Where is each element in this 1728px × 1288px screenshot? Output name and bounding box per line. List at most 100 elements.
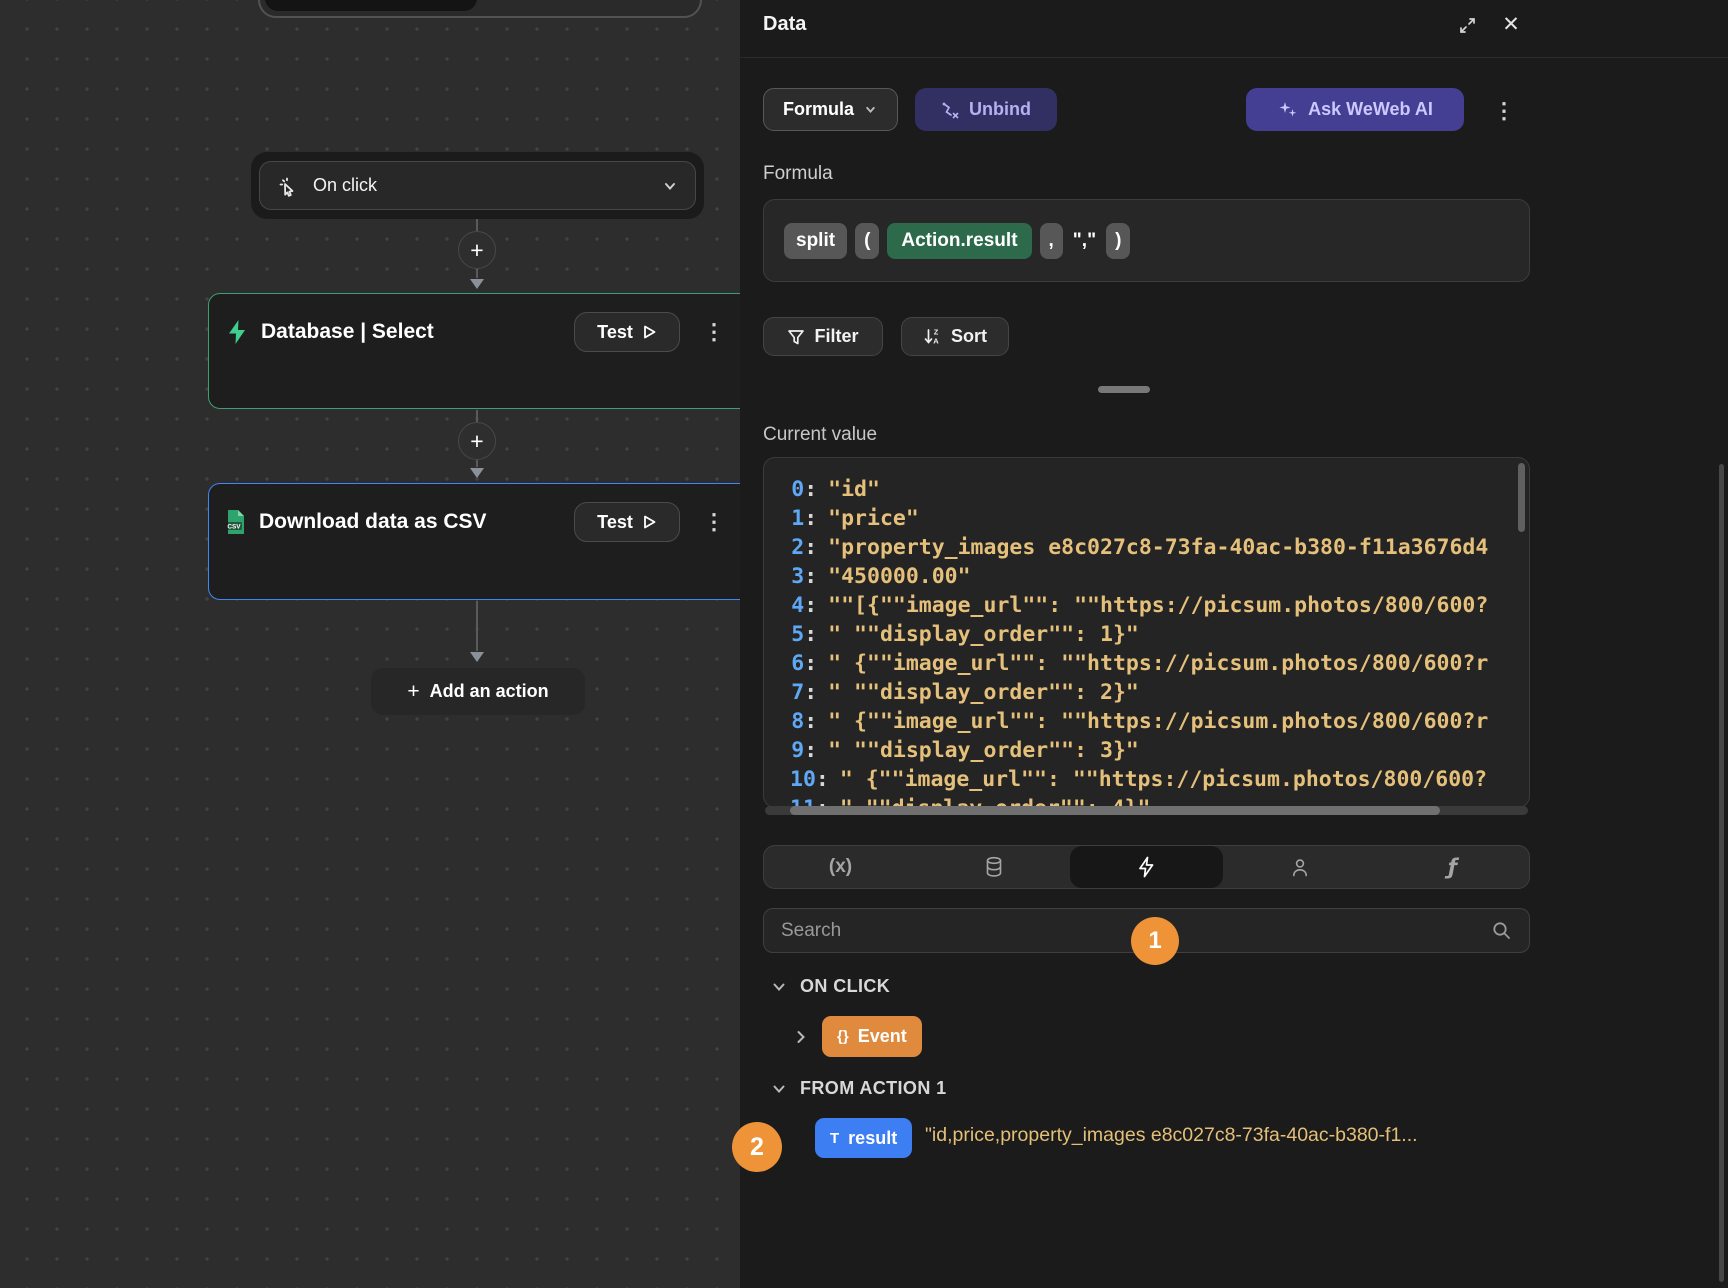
ask-weweb-ai-button[interactable]: Ask WeWeb AI (1246, 88, 1464, 131)
formula-token-function[interactable]: split (784, 223, 847, 259)
functions-icon: ƒ (1448, 855, 1457, 879)
filter-icon (787, 328, 805, 346)
panel-scrollbar[interactable] (1719, 464, 1724, 1282)
add-step-button[interactable]: + (458, 231, 496, 269)
panel-resize-handle[interactable] (1098, 386, 1150, 393)
section-from-action-1[interactable]: FROM ACTION 1 (770, 1078, 947, 1099)
node-menu-button[interactable]: ⋮ (703, 511, 725, 533)
trigger-card: On click (251, 152, 704, 219)
variables-icon: (x) (829, 856, 852, 878)
data-panel: Data ✕ Formula Unbind (740, 0, 1728, 1288)
plus-icon: + (470, 239, 483, 262)
svg-text:CSV: CSV (227, 524, 241, 531)
chevron-down-icon (863, 102, 878, 117)
code-line: 0"id" (790, 475, 1529, 504)
sort-icon: Z A (923, 327, 942, 346)
formula-token-action-result[interactable]: Action.result (887, 223, 1031, 259)
node-title: Download data as CSV (259, 510, 487, 534)
expand-icon (1457, 15, 1478, 36)
panel-menu-button[interactable]: ⋮ (1492, 97, 1516, 125)
tab-on-error[interactable]: On error (490, 0, 670, 11)
node-header: CSV Download data as CSV (209, 484, 767, 560)
chevron-right-icon[interactable] (792, 1028, 810, 1046)
code-line: 8" {""image_url"": ""https://picsum.phot… (790, 707, 1529, 736)
svg-text:Z: Z (934, 328, 939, 337)
code-line: 6" {""image_url"": ""https://picsum.phot… (790, 649, 1529, 678)
tab-functions[interactable]: ƒ (1376, 846, 1529, 888)
event-variable-pill[interactable]: {} Event (822, 1016, 922, 1057)
formula-token-comma[interactable]: , (1040, 223, 1063, 259)
test-action-button[interactable]: Test (574, 312, 680, 352)
ask-ai-label: Ask WeWeb AI (1308, 99, 1433, 120)
binding-type-label: Formula (783, 99, 854, 120)
panel-title: Data (763, 13, 806, 36)
result-pill-label: result (848, 1128, 897, 1149)
result-value-preview: "id,price,property_images e8c027c8-73fa-… (925, 1124, 1522, 1147)
code-line: 3"450000.00" (790, 562, 1529, 591)
connector-line (476, 601, 478, 651)
object-type-icon: {} (837, 1028, 849, 1045)
csv-file-icon: CSV (225, 509, 247, 535)
chevron-down-icon (661, 177, 679, 195)
code-line: 10" {""image_url"": ""https://picsum.pho… (790, 765, 1529, 794)
expand-panel-button[interactable] (1455, 13, 1479, 37)
text-type-icon: T (830, 1130, 839, 1147)
tab-default[interactable]: Default (265, 0, 477, 11)
result-variable-pill[interactable]: T result (815, 1118, 912, 1158)
formula-editor[interactable]: split ( Action.result , "," ) (763, 199, 1530, 282)
play-icon (642, 324, 657, 340)
formula-token-string-arg[interactable]: "," (1071, 223, 1098, 259)
chevron-down-icon (770, 1080, 788, 1098)
section-title: ON CLICK (800, 976, 890, 997)
close-panel-button[interactable]: ✕ (1498, 11, 1524, 37)
connector-line (476, 410, 478, 422)
sort-button[interactable]: Z A Sort (901, 317, 1009, 356)
binding-type-select[interactable]: Formula (763, 88, 898, 131)
test-button-label: Test (597, 512, 633, 533)
trigger-select[interactable]: On click (259, 161, 696, 210)
svg-text:A: A (933, 337, 939, 346)
weweb-workflow-editor: Default On error On click (0, 0, 1728, 1288)
divider (740, 57, 1728, 58)
formula-token-close-paren[interactable]: ) (1106, 223, 1130, 259)
formula-token-open-paren[interactable]: ( (855, 223, 879, 259)
connector-line (476, 460, 478, 467)
section-on-click[interactable]: ON CLICK (770, 976, 890, 997)
test-action-button[interactable]: Test (574, 502, 680, 542)
lightning-icon (1137, 856, 1156, 878)
arrow-down-icon (470, 279, 484, 289)
sort-label: Sort (951, 326, 987, 347)
add-step-button[interactable]: + (458, 422, 496, 460)
code-horizontal-scrollbar-thumb[interactable] (790, 806, 1440, 815)
database-icon (984, 856, 1004, 878)
action-node-download-csv[interactable]: CSV Download data as CSV Test ⋮ (208, 483, 768, 600)
node-menu-button[interactable]: ⋮ (703, 321, 725, 343)
node-header: Database | Select (209, 294, 767, 370)
plus-icon: + (407, 680, 419, 704)
add-action-label: Add an action (430, 681, 549, 702)
tab-actions[interactable] (1070, 846, 1223, 888)
current-value-viewer[interactable]: 0"id" 1"price" 2"property_images e8c027c… (763, 457, 1530, 808)
play-icon (642, 514, 657, 530)
click-trigger-icon (276, 174, 300, 198)
flow-branch-tabs: Default On error (258, 0, 702, 18)
tab-user[interactable] (1223, 846, 1376, 888)
close-icon: ✕ (1502, 12, 1520, 37)
code-line: 5" ""display_order"": 1}" (790, 620, 1529, 649)
chevron-down-icon (770, 978, 788, 996)
tab-variables[interactable]: (x) (764, 846, 917, 888)
code-line: 2"property_images e8c027c8-73fa-40ac-b38… (790, 533, 1529, 562)
database-bolt-icon (225, 319, 249, 345)
code-line: 4""[{""image_url"": ""https://picsum.pho… (790, 591, 1529, 620)
filter-label: Filter (814, 326, 858, 347)
add-action-button[interactable]: + Add an action (371, 668, 585, 715)
code-line: 9" ""display_order"": 3}" (790, 736, 1529, 765)
unbind-button[interactable]: Unbind (915, 88, 1057, 131)
code-vertical-scrollbar[interactable] (1518, 463, 1525, 532)
action-node-database-select[interactable]: Database | Select Test ⋮ (208, 293, 768, 409)
search-icon (1491, 920, 1512, 941)
event-pill-label: Event (858, 1026, 907, 1047)
tab-collections[interactable] (917, 846, 1070, 888)
plus-icon: + (470, 430, 483, 453)
filter-button[interactable]: Filter (763, 317, 883, 356)
